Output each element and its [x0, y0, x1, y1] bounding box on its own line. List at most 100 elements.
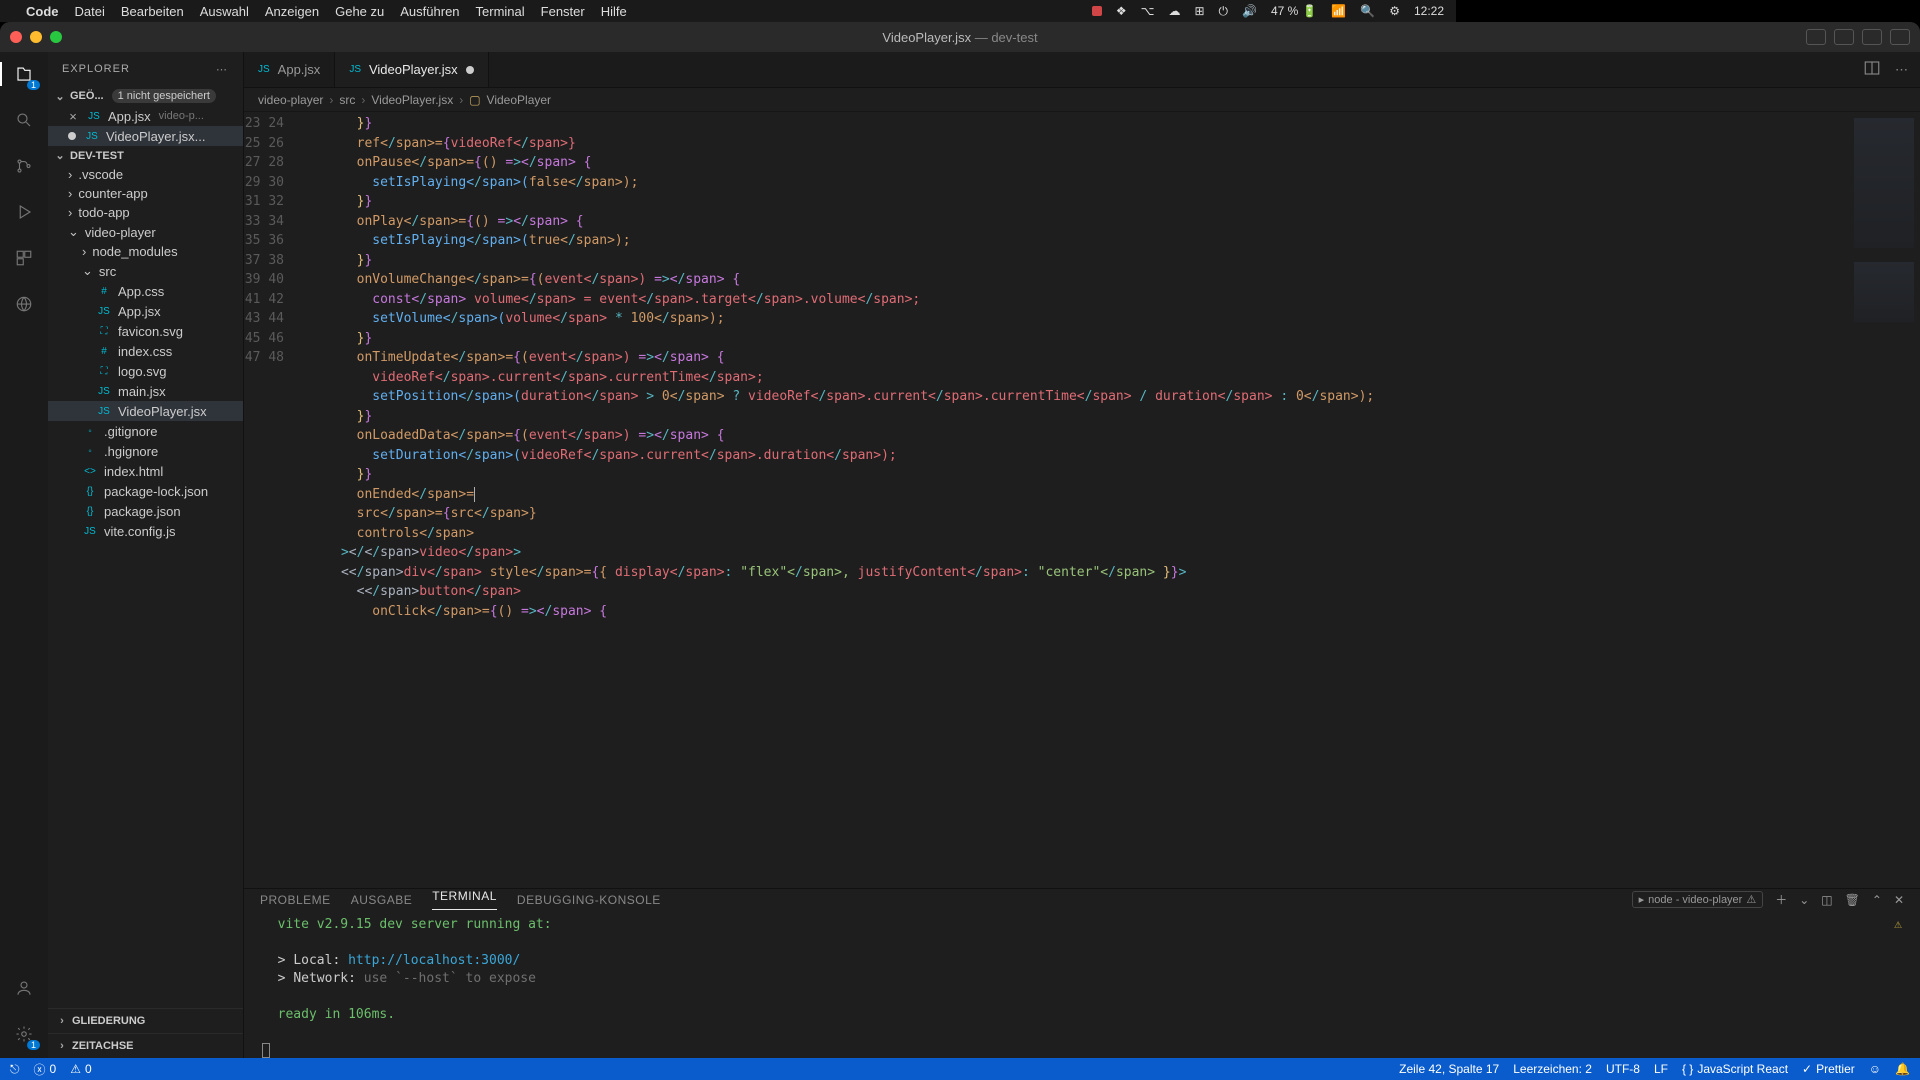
status-tray-icon[interactable]: ☁︎ — [1168, 4, 1180, 18]
outline-section[interactable]: ›GLIEDERUNG — [48, 1008, 243, 1033]
status-feedback-icon[interactable]: ☺ — [1869, 1062, 1881, 1076]
explorer-more-icon[interactable]: ⋯ — [216, 63, 229, 76]
breadcrumbs[interactable]: video-player› src› VideoPlayer.jsx› ▢Vid… — [244, 88, 1920, 112]
activity-remote-icon[interactable] — [10, 290, 38, 318]
status-warnings[interactable]: ⚠ 0 — [70, 1062, 91, 1076]
activity-scm-icon[interactable] — [10, 152, 38, 180]
toggle-panel-icon[interactable] — [1834, 29, 1854, 45]
tree-folder[interactable]: ›counter-app — [48, 184, 243, 203]
menubar-clock[interactable]: 12:22 — [1414, 4, 1444, 18]
toggle-primary-sidebar-icon[interactable] — [1806, 29, 1826, 45]
tree-file[interactable]: {}package.json — [48, 501, 243, 521]
panel-tab-problems[interactable]: PROBLEME — [260, 893, 331, 907]
activity-account-icon[interactable] — [10, 974, 38, 1002]
tree-file[interactable]: <>index.html — [48, 461, 243, 481]
tree-file[interactable]: #App.css — [48, 281, 243, 301]
panel-tab-debug[interactable]: DEBUGGING-KONSOLE — [517, 893, 661, 907]
activity-search-icon[interactable] — [10, 106, 38, 134]
open-editor-item[interactable]: JSVideoPlayer.jsx... — [48, 126, 243, 146]
window-zoom-button[interactable] — [50, 31, 62, 43]
menu-selection[interactable]: Auswahl — [200, 4, 249, 19]
tree-file[interactable]: ⛶favicon.svg — [48, 321, 243, 341]
open-editors-section[interactable]: ⌄ GEÖ... 1 nicht gespeichert — [48, 86, 243, 106]
breadcrumb-item[interactable]: video-player — [258, 93, 323, 107]
tree-file[interactable]: ◦.gitignore — [48, 421, 243, 441]
menubar-app-name[interactable]: Code — [26, 4, 59, 19]
activity-debug-icon[interactable] — [10, 198, 38, 226]
menu-edit[interactable]: Bearbeiten — [121, 4, 184, 19]
menu-help[interactable]: Hilfe — [601, 4, 627, 19]
menu-view[interactable]: Anzeigen — [265, 4, 319, 19]
split-terminal-icon[interactable]: ◫ — [1821, 893, 1832, 907]
new-terminal-icon[interactable]: ＋ — [1775, 891, 1787, 908]
timeline-section[interactable]: ›ZEITACHSE — [48, 1033, 243, 1058]
menu-run[interactable]: Ausführen — [400, 4, 459, 19]
editor-tab[interactable]: JSVideoPlayer.jsx — [335, 52, 488, 87]
project-section[interactable]: ⌄ DEV-TEST — [48, 146, 243, 165]
menu-window[interactable]: Fenster — [541, 4, 585, 19]
panel-close-icon[interactable]: ✕ — [1894, 893, 1904, 907]
terminal-process[interactable]: ▸ node - video-player ⚠ — [1632, 891, 1764, 908]
menu-go[interactable]: Gehe zu — [335, 4, 384, 19]
customize-layout-icon[interactable] — [1890, 29, 1910, 45]
breadcrumb-item[interactable]: VideoPlayer.jsx — [371, 93, 453, 107]
menu-file[interactable]: Datei — [75, 4, 105, 19]
terminal-dropdown-icon[interactable]: ⌄ — [1799, 893, 1809, 907]
code-editor[interactable]: 23 24 25 26 27 28 29 30 31 32 33 34 35 3… — [244, 112, 1920, 888]
status-eol[interactable]: LF — [1654, 1062, 1668, 1076]
terminal-local-url[interactable]: http://localhost:3000/ — [348, 953, 520, 968]
volume-icon[interactable]: 🔊 — [1242, 4, 1257, 18]
tree-file[interactable]: ◦.hgignore — [48, 441, 243, 461]
status-remote-icon[interactable]: ⎋ — [10, 1062, 20, 1077]
status-tray-icon[interactable]: ⊞ — [1194, 4, 1204, 18]
breadcrumb-item[interactable]: VideoPlayer — [487, 93, 552, 107]
control-center-icon[interactable]: ⚙︎ — [1389, 4, 1400, 18]
tree-folder[interactable]: ›todo-app — [48, 203, 243, 222]
tree-folder[interactable]: ⌄video-player — [48, 222, 243, 242]
tree-file[interactable]: {}package-lock.json — [48, 481, 243, 501]
tree-file[interactable]: #index.css — [48, 341, 243, 361]
activity-explorer-icon[interactable]: 1 — [10, 60, 38, 88]
toggle-secondary-sidebar-icon[interactable] — [1862, 29, 1882, 45]
tree-file[interactable]: ⛶logo.svg — [48, 361, 243, 381]
tree-folder[interactable]: ›.vscode — [48, 165, 243, 184]
code-content[interactable]: }} ref</span>={videoRef</span>} onPause<… — [294, 112, 1840, 888]
status-bell-icon[interactable]: 🔔 — [1895, 1062, 1910, 1076]
battery-status[interactable]: 47 % 🔋 — [1271, 4, 1317, 18]
editor-tab[interactable]: JSApp.jsx — [244, 52, 335, 87]
status-indent[interactable]: Leerzeichen: 2 — [1513, 1062, 1592, 1076]
tree-folder[interactable]: ›node_modules — [48, 242, 243, 261]
terminal-output[interactable]: ⚠ vite v2.9.15 dev server running at: > … — [244, 910, 1920, 1066]
status-tray-icon[interactable]: ⏻ — [1219, 4, 1229, 19]
split-editor-icon[interactable] — [1863, 59, 1881, 80]
menu-terminal[interactable]: Terminal — [476, 4, 525, 19]
status-encoding[interactable]: UTF-8 — [1606, 1062, 1640, 1076]
activity-extensions-icon[interactable] — [10, 244, 38, 272]
close-editor-icon[interactable]: × — [68, 109, 78, 124]
status-language[interactable]: { } JavaScript React — [1682, 1062, 1788, 1076]
tab-more-icon[interactable]: ⋯ — [1895, 62, 1908, 78]
status-tray-icon[interactable]: ⌥ — [1141, 4, 1155, 18]
panel-tab-terminal[interactable]: TERMINAL — [432, 889, 497, 910]
search-icon[interactable]: 🔍 — [1360, 4, 1375, 18]
status-tray-icon[interactable]: ❖ — [1116, 4, 1127, 18]
status-errors[interactable]: ⓧ 0 — [34, 1061, 57, 1078]
minimap[interactable] — [1840, 112, 1920, 888]
tree-folder[interactable]: ⌄src — [48, 261, 243, 281]
panel-tab-output[interactable]: AUSGABE — [351, 893, 413, 907]
panel-maximize-icon[interactable]: ⌃ — [1872, 893, 1882, 907]
window-close-button[interactable] — [10, 31, 22, 43]
wifi-icon[interactable]: 📶 — [1331, 4, 1346, 18]
status-prettier[interactable]: ✓ Prettier — [1802, 1062, 1855, 1076]
recording-indicator-icon[interactable] — [1092, 6, 1102, 16]
tree-file[interactable]: JSVideoPlayer.jsx — [48, 401, 243, 421]
window-minimize-button[interactable] — [30, 31, 42, 43]
tree-file[interactable]: JSApp.jsx — [48, 301, 243, 321]
tree-file[interactable]: JSmain.jsx — [48, 381, 243, 401]
kill-terminal-icon[interactable]: 🗑 — [1845, 893, 1860, 907]
open-editor-item[interactable]: ×JSApp.jsxvideo-p... — [48, 106, 243, 126]
breadcrumb-item[interactable]: src — [339, 93, 355, 107]
tree-file[interactable]: JSvite.config.js — [48, 521, 243, 541]
status-cursor-pos[interactable]: Zeile 42, Spalte 17 — [1399, 1062, 1499, 1076]
activity-settings-icon[interactable]: 1 — [10, 1020, 38, 1048]
